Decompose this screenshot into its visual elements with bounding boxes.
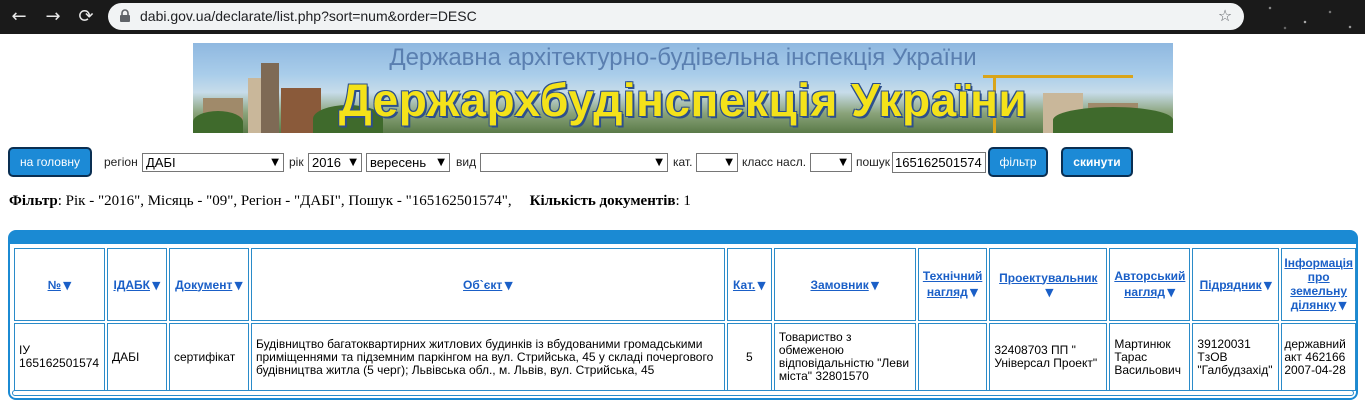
reload-icon[interactable]: ⟳ bbox=[75, 6, 97, 28]
column-header-customer[interactable]: Замовник ▼ bbox=[773, 248, 916, 321]
reset-button[interactable]: скинути bbox=[1061, 147, 1133, 177]
document-count-label: Кількість документів bbox=[529, 193, 676, 209]
column-header-label: Технічний bbox=[922, 269, 983, 283]
sort-arrow-icon: ▼ bbox=[151, 278, 161, 292]
home-button[interactable]: на головну bbox=[8, 147, 92, 177]
category-select[interactable]: ▼ bbox=[696, 153, 738, 172]
column-header-label: Кат. bbox=[732, 277, 756, 292]
browser-toolbar: ← → ⟳ dabi.gov.ua/declarate/list.php?sor… bbox=[0, 0, 1365, 34]
column-header-label: нагляд bbox=[1124, 285, 1166, 299]
column-header-label: ІДАБК bbox=[113, 277, 150, 292]
table-row: ІУ 165162501574 ДАБІ сертифікат Будівницт… bbox=[14, 323, 1356, 391]
filter-summary-text: : Рік - "2016", Місяць - "09", Регіон - … bbox=[57, 193, 512, 209]
column-header-label: Інформація bbox=[1284, 256, 1353, 270]
column-header-idabk[interactable]: ІДАБК ▼ bbox=[106, 248, 167, 321]
filter-button[interactable]: фільтр bbox=[988, 147, 1048, 177]
column-header-label: Авторський bbox=[1114, 269, 1186, 283]
column-header-land-info[interactable]: Інформація про земельну ділянку ▼ bbox=[1281, 248, 1356, 321]
chevron-down-icon: ▼ bbox=[349, 157, 357, 168]
results-panel: № ▼ ІДАБК ▼ Документ ▼ Об`єкт ▼ Кат. ▼ Замовн… bbox=[8, 230, 1358, 400]
table-footer-row bbox=[12, 390, 1354, 396]
column-header-label: Проектувальник bbox=[999, 270, 1098, 285]
document-count-value: : 1 bbox=[675, 193, 691, 209]
cell-num: ІУ 165162501574 bbox=[14, 323, 105, 391]
search-label: пошук bbox=[856, 155, 891, 169]
sort-arrow-icon: ▼ bbox=[870, 278, 880, 292]
sort-arrow-icon: ▼ bbox=[62, 278, 72, 292]
results-table: № ▼ ІДАБК ▼ Документ ▼ Об`єкт ▼ Кат. ▼ Замовн… bbox=[12, 246, 1358, 393]
sort-arrow-icon: ▼ bbox=[1045, 285, 1054, 299]
sort-arrow-icon: ▼ bbox=[1263, 278, 1273, 292]
category-label: кат. bbox=[673, 155, 693, 169]
column-header-label: про bbox=[1307, 270, 1330, 284]
month-select[interactable]: вересень ▼ bbox=[366, 153, 450, 172]
chevron-down-icon: ▼ bbox=[655, 157, 663, 168]
column-header-label: Документ bbox=[175, 277, 233, 292]
column-header-object[interactable]: Об`єкт ▼ bbox=[250, 248, 725, 321]
column-header-label: Замовник bbox=[810, 277, 869, 292]
sort-arrow-icon: ▼ bbox=[234, 278, 243, 292]
type-select[interactable]: ▼ bbox=[480, 153, 668, 172]
column-header-num[interactable]: № ▼ bbox=[14, 248, 105, 321]
cell-document: сертифікат bbox=[168, 323, 249, 391]
forward-icon[interactable]: → bbox=[42, 6, 64, 28]
sort-arrow-icon: ▼ bbox=[969, 286, 979, 299]
site-banner: Державна архітектурно-будівельна інспекц… bbox=[193, 43, 1173, 133]
back-icon[interactable]: ← bbox=[8, 6, 30, 28]
lock-icon bbox=[120, 9, 130, 22]
address-url: dabi.gov.ua/declarate/list.php?sort=num&… bbox=[140, 8, 477, 24]
column-header-label: земельну bbox=[1290, 284, 1348, 298]
cell-num-value: 165162501574 bbox=[19, 356, 100, 370]
bookmark-star-icon[interactable]: ☆ bbox=[1216, 7, 1234, 25]
region-label: регіон bbox=[104, 155, 138, 169]
filter-summary: Фільтр: Рік - "2016", Місяць - "09", Рег… bbox=[9, 193, 691, 210]
column-header-label: нагляд bbox=[926, 285, 968, 299]
banner-title: Держархбудінспекція України bbox=[338, 74, 1028, 126]
column-header-label: Підрядник bbox=[1199, 277, 1262, 292]
cell-idabk: ДАБІ bbox=[106, 323, 167, 391]
column-header-technical-supervision[interactable]: Технічний нагляд ▼ bbox=[917, 248, 988, 321]
column-header-category[interactable]: Кат. ▼ bbox=[726, 248, 772, 321]
class-label: класс насл. bbox=[742, 155, 807, 169]
region-select-value: ДАБІ bbox=[146, 155, 176, 170]
cell-designer: 32408703 ПП " Універсал Проект" bbox=[989, 323, 1108, 391]
chevron-down-icon: ▼ bbox=[839, 157, 847, 168]
banner-subtitle: Державна архітектурно-будівельна інспекц… bbox=[389, 44, 977, 71]
table-header-row: № ▼ ІДАБК ▼ Документ ▼ Об`єкт ▼ Кат. ▼ Замовн… bbox=[14, 248, 1356, 321]
year-label: рік bbox=[289, 155, 304, 169]
column-header-label: Об`єкт bbox=[463, 277, 503, 292]
chevron-down-icon: ▼ bbox=[271, 157, 279, 168]
column-header-designer[interactable]: Проектувальник▼ bbox=[989, 248, 1108, 321]
chevron-down-icon: ▼ bbox=[725, 157, 733, 168]
sort-arrow-icon: ▼ bbox=[757, 278, 766, 292]
cell-num-prefix: ІУ bbox=[19, 343, 30, 357]
column-header-label: № bbox=[47, 277, 61, 292]
address-bar[interactable]: dabi.gov.ua/declarate/list.php?sort=num&… bbox=[108, 3, 1244, 30]
search-input[interactable]: 165162501574 bbox=[892, 152, 986, 173]
column-header-author-supervision[interactable]: Авторський нагляд ▼ bbox=[1109, 248, 1191, 321]
class-select[interactable]: ▼ bbox=[810, 153, 852, 172]
filter-summary-label: Фільтр bbox=[9, 193, 58, 209]
month-select-value: вересень bbox=[370, 155, 427, 170]
sort-arrow-icon: ▼ bbox=[504, 278, 513, 292]
year-select-value: 2016 bbox=[312, 155, 341, 170]
browser-theme-area bbox=[1250, 0, 1365, 34]
region-select[interactable]: ДАБІ ▼ bbox=[142, 153, 284, 172]
cell-author-supervision: Мартинюк Тарас Васильович bbox=[1109, 323, 1191, 391]
cell-contractor: 39120031 ТзОВ "Галбудзахід" bbox=[1192, 323, 1280, 391]
column-header-contractor[interactable]: Підрядник ▼ bbox=[1192, 248, 1280, 321]
cell-category: 5 bbox=[726, 323, 772, 391]
cell-customer: Товариство з обмеженою відповідальністю … bbox=[773, 323, 916, 391]
year-select[interactable]: 2016 ▼ bbox=[308, 153, 362, 172]
cell-object: Будівництво багатоквартирних житлових бу… bbox=[250, 323, 725, 391]
chevron-down-icon: ▼ bbox=[437, 157, 445, 168]
sort-arrow-icon: ▼ bbox=[1167, 286, 1176, 299]
type-label: вид bbox=[456, 155, 477, 169]
column-header-label: ділянку bbox=[1290, 298, 1337, 312]
cell-land-info: державний акт 462166 2007-04-28 bbox=[1281, 323, 1356, 391]
cell-technical-supervision bbox=[917, 323, 988, 391]
sort-arrow-icon: ▼ bbox=[1338, 299, 1347, 312]
column-header-document[interactable]: Документ ▼ bbox=[168, 248, 249, 321]
